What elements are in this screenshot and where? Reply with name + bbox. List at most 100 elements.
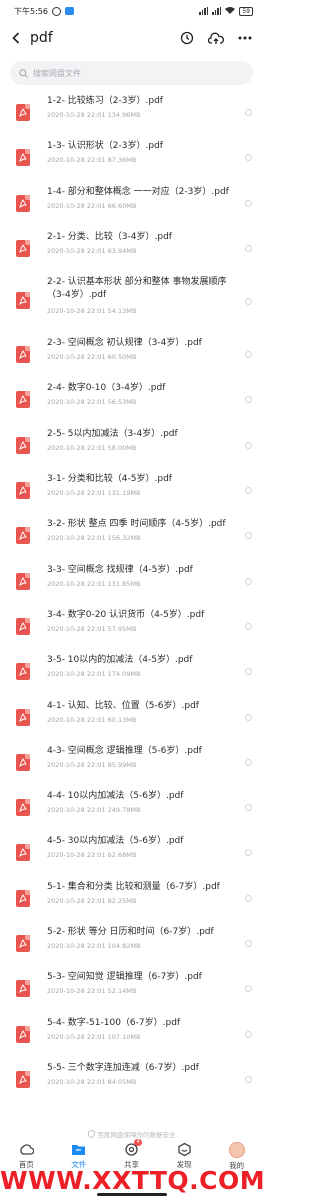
select-checkbox[interactable] xyxy=(245,396,252,404)
file-meta: 2020-10-28 22:01 107.10MB xyxy=(47,1032,141,1041)
file-meta: 2020-10-28 22:01 63.94MB xyxy=(47,246,137,255)
select-checkbox[interactable] xyxy=(245,154,252,162)
search-bar[interactable]: 搜索网盘文件 xyxy=(10,61,253,85)
more-button[interactable] xyxy=(235,28,255,48)
select-checkbox[interactable] xyxy=(245,849,252,857)
pdf-file-icon xyxy=(16,527,30,545)
file-row[interactable]: 2-1- 分类、比较（3-4岁）.pdf 2020-10-28 22:01 63.… xyxy=(0,227,263,272)
transfer-history-button[interactable] xyxy=(177,28,197,48)
upload-button[interactable] xyxy=(206,28,226,48)
pdf-file-icon xyxy=(16,1025,30,1043)
file-meta: 2020-10-28 22:01 156.32MB xyxy=(47,534,141,543)
file-name: 5-2- 形状 等分 日历和时间（6-7岁）.pdf xyxy=(47,927,214,938)
select-checkbox[interactable] xyxy=(245,1030,252,1038)
select-checkbox[interactable] xyxy=(245,351,252,359)
select-checkbox[interactable] xyxy=(245,668,252,676)
clock-icon xyxy=(180,31,194,45)
avatar xyxy=(228,1142,245,1158)
file-name: 2-3- 空间概念 初认规律（3-4岁）.pdf xyxy=(47,338,202,349)
pdf-file-icon xyxy=(16,391,30,409)
select-checkbox[interactable] xyxy=(245,940,252,948)
select-checkbox[interactable] xyxy=(245,532,252,540)
file-name: 3-5- 10以内的加减法（4-5岁）.pdf xyxy=(47,655,193,666)
file-row[interactable]: 5-5- 三个数字连加连减（6-7岁）.pdf 2020-10-28 22:01 … xyxy=(0,1058,263,1103)
pdf-file-icon xyxy=(16,346,30,364)
file-row[interactable]: 5-1- 集合和分类 比较和测量（6-7岁）.pdf 2020-10-28 22:… xyxy=(0,877,263,922)
file-row[interactable]: 3-3- 空间概念 找规律（4-5岁）.pdf 2020-10-28 22:01 … xyxy=(0,560,263,605)
file-name: 3-3- 空间概念 找规律（4-5岁）.pdf xyxy=(47,564,193,575)
file-meta: 2020-10-28 22:01 82.25MB xyxy=(47,896,137,905)
nav-bar: pdf xyxy=(0,22,263,54)
pdf-file-icon xyxy=(16,104,30,121)
file-meta: 2020-10-28 22:01 66.60MB xyxy=(47,201,137,210)
file-row[interactable]: 1-2- 比较练习（2-3岁）.pdf 2020-10-28 22:01 134.… xyxy=(0,91,263,136)
file-row[interactable]: 2-5- 5以内加减法（3-4岁）.pdf 2020-10-28 22:01 58… xyxy=(0,424,263,469)
file-name: 4-5- 30以内加减法（5-6岁）.pdf xyxy=(47,836,184,847)
pdf-file-icon xyxy=(16,935,30,953)
file-row[interactable]: 3-4- 数字0-20 认识货币（4-5岁）.pdf 2020-10-28 22:… xyxy=(0,605,263,650)
file-row[interactable]: 2-4- 数字0-10（3-4岁）.pdf 2020-10-28 22:01 56… xyxy=(0,378,263,423)
file-meta: 2020-10-28 22:01 134.96MB xyxy=(47,111,141,119)
select-checkbox[interactable] xyxy=(245,713,252,721)
signal-icon-2 xyxy=(212,7,222,15)
file-row[interactable]: 2-2- 认识基本形状 部分和整体 事物发展顺序（3-4岁）.pdf 2020-1… xyxy=(0,272,263,333)
file-meta: 2020-10-28 22:01 54.13MB xyxy=(47,307,137,316)
file-row[interactable]: 4-5- 30以内加减法（5-6岁）.pdf 2020-10-28 22:01 6… xyxy=(0,831,263,876)
file-meta: 2020-10-28 22:01 60.13MB xyxy=(47,715,137,724)
pdf-file-icon xyxy=(16,753,30,771)
file-meta: 2020-10-28 22:01 104.82MB xyxy=(47,942,141,951)
select-checkbox[interactable] xyxy=(245,199,252,207)
file-meta: 2020-10-28 22:01 131.85MB xyxy=(47,579,141,588)
file-meta: 2020-10-28 22:01 57.95MB xyxy=(47,624,137,633)
file-meta: 2020-10-28 22:01 62.68MB xyxy=(47,851,137,860)
file-row[interactable]: 2-3- 空间概念 初认规律（3-4岁）.pdf 2020-10-28 22:01… xyxy=(0,333,263,378)
select-checkbox[interactable] xyxy=(245,487,252,495)
file-name: 5-3- 空间知觉 逻辑推理（6-7岁）.pdf xyxy=(47,972,202,983)
select-checkbox[interactable] xyxy=(245,985,252,993)
select-checkbox[interactable] xyxy=(245,1075,252,1083)
file-name: 4-3- 空间概念 逻辑推理（5-6岁）.pdf xyxy=(47,745,202,756)
select-checkbox[interactable] xyxy=(245,298,252,306)
back-button[interactable] xyxy=(8,28,24,48)
tab-share-badge: 4 xyxy=(134,1139,142,1146)
file-meta: 2020-10-28 22:01 249.78MB xyxy=(47,806,141,815)
select-checkbox[interactable] xyxy=(245,804,252,812)
file-row[interactable]: 1-4- 部分和整体概念 一一对应（2-3岁）.pdf 2020-10-28 22… xyxy=(0,182,263,227)
select-checkbox[interactable] xyxy=(245,244,252,252)
select-checkbox[interactable] xyxy=(245,577,252,585)
select-checkbox[interactable] xyxy=(245,894,252,902)
file-name: 1-2- 比较练习（2-3岁）.pdf xyxy=(47,96,163,106)
file-row[interactable]: 4-3- 空间概念 逻辑推理（5-6岁）.pdf 2020-10-28 22:01… xyxy=(0,741,263,786)
folder-icon xyxy=(72,1145,86,1155)
select-checkbox[interactable] xyxy=(245,758,252,766)
file-name: 2-4- 数字0-10（3-4岁）.pdf xyxy=(47,383,166,394)
signal-icon xyxy=(199,7,209,15)
battery-indicator: 59 xyxy=(239,6,253,16)
status-time: 下午5:56 xyxy=(14,6,48,16)
file-row[interactable]: 4-4- 10以内加减法（5-6岁）.pdf 2020-10-28 22:01 2… xyxy=(0,786,263,831)
file-row[interactable]: 3-2- 形状 整点 四季 时间顺序（4-5岁）.pdf 2020-10-28 2… xyxy=(0,514,263,559)
file-name: 3-4- 数字0-20 认识货币（4-5岁）.pdf xyxy=(47,609,205,620)
file-meta: 2020-10-28 22:01 85.99MB xyxy=(47,760,137,769)
file-row[interactable]: 5-3- 空间知觉 逻辑推理（6-7岁）.pdf 2020-10-28 22:01… xyxy=(0,967,263,1012)
chevron-left-icon xyxy=(12,32,20,44)
file-name: 5-5- 三个数字连加连减（6-7岁）.pdf xyxy=(47,1062,199,1073)
file-name: 4-1- 认知、比较、位置（5-6岁）.pdf xyxy=(47,700,199,711)
file-list: 1-2- 比较练习（2-3岁）.pdf 2020-10-28 22:01 134.… xyxy=(0,91,263,1103)
file-row[interactable]: 3-5- 10以内的加减法（4-5岁）.pdf 2020-10-28 22:01 … xyxy=(0,650,263,695)
file-name: 1-3- 认识形状（2-3岁）.pdf xyxy=(47,141,163,152)
pdf-file-icon xyxy=(16,194,30,212)
file-row[interactable]: 1-3- 认识形状（2-3岁）.pdf 2020-10-28 22:01 87.3… xyxy=(0,136,263,181)
watermark: WWW.XXTTQ.COM xyxy=(0,1166,266,1195)
file-row[interactable]: 5-4- 数字-51-100（6-7岁）.pdf 2020-10-28 22:01… xyxy=(0,1013,263,1058)
pdf-file-icon xyxy=(16,292,30,310)
select-checkbox[interactable] xyxy=(245,622,252,630)
select-checkbox[interactable] xyxy=(245,441,252,449)
file-row[interactable]: 3-1- 分类和比较（4-5岁）.pdf 2020-10-28 22:01 131… xyxy=(0,469,263,514)
cloud-upload-icon xyxy=(208,32,224,44)
file-row[interactable]: 5-2- 形状 等分 日历和时间（6-7岁）.pdf 2020-10-28 22:… xyxy=(0,922,263,967)
select-checkbox[interactable] xyxy=(245,109,252,116)
file-row[interactable]: 4-1- 认知、比较、位置（5-6岁）.pdf 2020-10-28 22:01 … xyxy=(0,696,263,741)
pdf-file-icon xyxy=(16,149,30,167)
file-meta: 2020-10-28 22:01 58.00MB xyxy=(47,443,137,452)
